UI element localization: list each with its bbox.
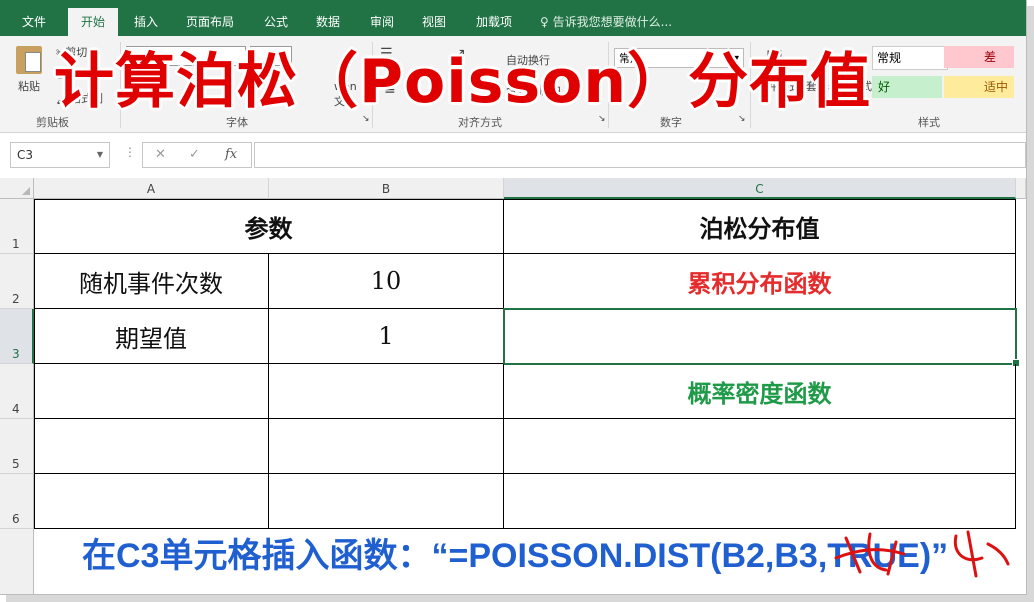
- column-header-b[interactable]: B: [269, 178, 504, 199]
- row-header-3[interactable]: 3: [0, 309, 34, 364]
- cell-b6[interactable]: [269, 474, 504, 529]
- cell-a2[interactable]: 随机事件次数: [34, 254, 269, 309]
- cell-c2[interactable]: 累积分布函数: [504, 254, 1016, 309]
- row-header-2[interactable]: 2: [0, 254, 34, 309]
- cancel-icon[interactable]: ✕: [155, 147, 166, 162]
- column-header-d[interactable]: [1016, 178, 1026, 199]
- cell-c5[interactable]: [504, 419, 1016, 474]
- tell-me-box[interactable]: ♀ 告诉我您想要做什么...: [540, 10, 672, 34]
- cell-a6[interactable]: [34, 474, 269, 529]
- column-header-c[interactable]: C: [504, 178, 1016, 199]
- row-header-6[interactable]: 6: [0, 474, 34, 529]
- cell-style-bad[interactable]: 差: [944, 46, 1014, 68]
- table-left-border: [34, 199, 35, 529]
- row-header-4[interactable]: 4: [0, 364, 34, 419]
- cell-c6[interactable]: [504, 474, 1016, 529]
- cell-c4[interactable]: 概率密度函数: [504, 364, 1016, 419]
- excel-window: 文件 开始 插入 页面布局 公式 数据 审阅 视图 加载项 ♀ 告诉我您想要做什…: [0, 0, 1027, 595]
- paste-button[interactable]: 粘贴: [18, 78, 40, 94]
- formula-bar-buttons: ✕ ✓ fx: [142, 142, 252, 168]
- row-header-5[interactable]: 5: [0, 419, 34, 474]
- cell-a4[interactable]: [34, 364, 269, 419]
- enter-icon[interactable]: ✓: [189, 147, 200, 162]
- tell-me-text: 告诉我您想要做什么...: [552, 15, 673, 29]
- formula-bar: C3 ▼ ⋮ ✕ ✓ fx: [0, 133, 1026, 177]
- cell-style-neutral[interactable]: 适中: [944, 76, 1014, 98]
- instruction-caption: 在C3单元格插入函数：“=POISSON.DIST(B2,B3,TRUE)”: [82, 537, 949, 575]
- row-header-1[interactable]: 1: [0, 199, 34, 254]
- lightbulb-icon: ♀: [540, 15, 549, 29]
- tab-file[interactable]: 文件: [12, 10, 56, 36]
- cell-a1-merged[interactable]: 参数: [34, 199, 504, 254]
- cell-a3[interactable]: 期望值: [34, 309, 269, 364]
- cell-b5[interactable]: [269, 419, 504, 474]
- cell-b4[interactable]: [269, 364, 504, 419]
- formula-input[interactable]: [254, 142, 1026, 168]
- select-all-button[interactable]: [0, 178, 34, 199]
- cell-c3-selected[interactable]: [503, 308, 1017, 365]
- cell-style-good[interactable]: 好: [872, 76, 942, 98]
- overlay-title: 计算泊松（Poisson）分布值: [54, 47, 872, 117]
- row-header-7[interactable]: [0, 529, 34, 594]
- group-label-styles: 样式: [918, 116, 940, 129]
- cell-b3[interactable]: 1: [269, 309, 504, 364]
- cell-a5[interactable]: [34, 419, 269, 474]
- signature-watermark: [834, 530, 1010, 578]
- paste-icon[interactable]: [16, 46, 42, 74]
- name-box[interactable]: C3 ▼: [10, 142, 110, 168]
- chevron-down-icon: ▼: [96, 150, 103, 159]
- formula-bar-splitter[interactable]: ⋮: [124, 145, 136, 159]
- cell-style-normal[interactable]: 常规: [872, 46, 948, 70]
- cell-c1[interactable]: 泊松分布值: [504, 199, 1016, 254]
- insert-function-icon[interactable]: fx: [225, 147, 237, 162]
- cell-b2[interactable]: 10: [269, 254, 504, 309]
- column-header-a[interactable]: A: [34, 178, 269, 199]
- ribbon-tab-bar: 文件 开始 插入 页面布局 公式 数据 审阅 视图 加载项 ♀ 告诉我您想要做什…: [0, 0, 1026, 36]
